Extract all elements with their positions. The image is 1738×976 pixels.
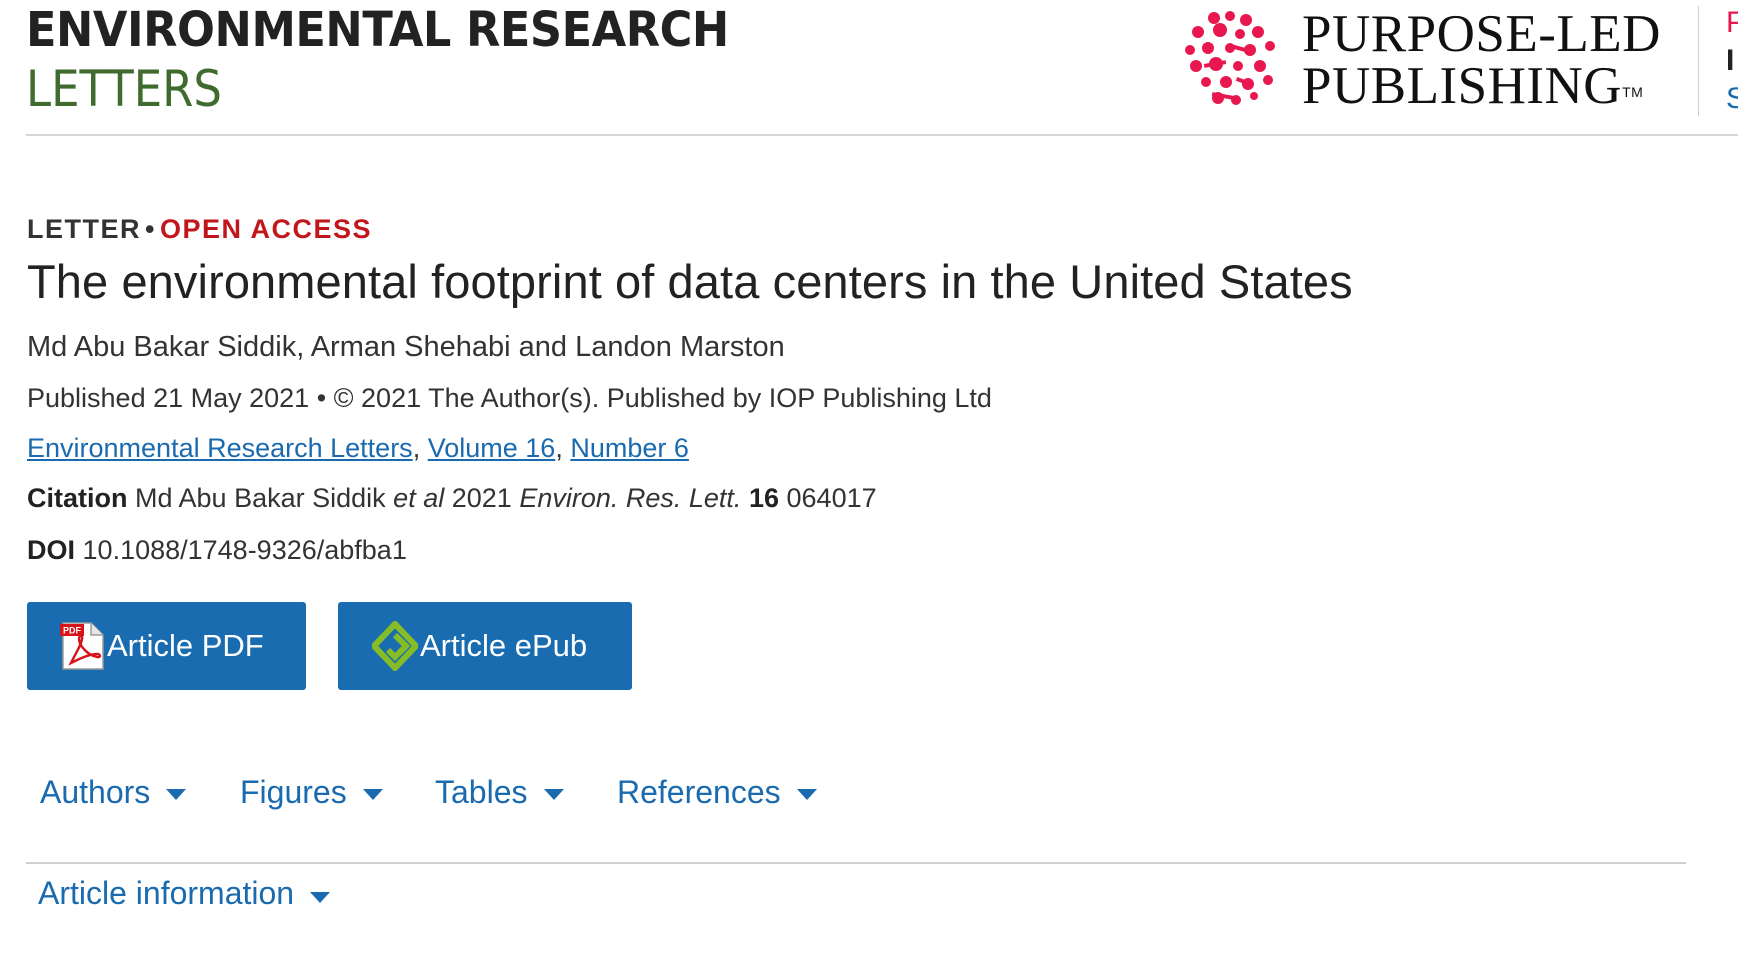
caret-down-icon <box>796 789 817 800</box>
caret-down-icon <box>362 789 383 800</box>
cut-off-letter: P <box>1726 6 1738 39</box>
pdf-icon: PDF <box>60 622 104 670</box>
citation-journal: Environ. Res. Lett. <box>519 483 742 513</box>
publisher-name[interactable]: PURPOSE-LED PUBLISHINGTM <box>1302 5 1661 115</box>
citation-label: Citation <box>27 483 128 513</box>
citation-article-number: 064017 <box>786 483 877 513</box>
citation-year: 2021 <box>451 483 512 513</box>
article-epub-label: Article ePub <box>420 628 588 663</box>
breadcrumb: Environmental Research Letters, Volume 1… <box>27 433 689 464</box>
publisher-name-line1: PURPOSE-LED <box>1302 5 1661 63</box>
cut-off-letter: I <box>1726 44 1735 77</box>
article-information-toggle[interactable]: Article information <box>38 875 331 912</box>
tab-authors-label: Authors <box>40 774 151 810</box>
caret-down-icon <box>543 789 564 800</box>
article-pdf-button[interactable]: PDF Article PDF <box>27 602 306 690</box>
doi: DOI 10.1088/1748-9326/abfba1 <box>27 535 407 566</box>
trademark-symbol: TM <box>1622 84 1644 100</box>
tab-references[interactable]: References <box>617 774 817 811</box>
journal-name[interactable]: ENVIRONMENTAL RESEARCH <box>26 6 729 54</box>
open-access-label: OPEN ACCESS <box>159 214 372 244</box>
citation: Citation Md Abu Bakar Siddik et al 2021 … <box>27 483 877 514</box>
doi-label: DOI <box>27 535 76 565</box>
article-type: LETTER • OPEN ACCESS <box>27 214 372 245</box>
header-divider <box>1698 6 1699 116</box>
tab-references-label: References <box>617 774 781 810</box>
journal-link[interactable]: Environmental Research Letters <box>27 433 413 463</box>
article-pdf-label: Article PDF <box>107 628 264 663</box>
pdf-icon-text: PDF <box>63 626 82 636</box>
article-information-label: Article information <box>38 875 295 911</box>
issue-link[interactable]: Number 6 <box>570 433 689 463</box>
citation-et-al: et al <box>393 483 445 513</box>
tab-figures-label: Figures <box>240 774 347 810</box>
separator-dot: • <box>145 214 156 244</box>
comma: , <box>555 433 563 463</box>
tab-tables[interactable]: Tables <box>435 774 564 811</box>
caret-down-icon <box>166 789 187 800</box>
tab-authors[interactable]: Authors <box>40 774 187 811</box>
site-header: ENVIRONMENTAL RESEARCH LETTERS PURPOSE-L… <box>0 0 1738 136</box>
article-title: The environmental footprint of data cent… <box>27 255 1353 308</box>
section-divider <box>26 862 1686 864</box>
header-divider-line <box>26 134 1738 136</box>
volume-link[interactable]: Volume 16 <box>428 433 556 463</box>
citation-volume: 16 <box>748 483 779 513</box>
cut-off-header-text: P I S <box>1726 4 1738 124</box>
publisher-name-line2-text: PUBLISHING <box>1302 57 1623 115</box>
caret-down-icon <box>310 892 331 903</box>
journal-name-letters[interactable]: LETTERS <box>26 64 222 114</box>
article-authors: Md Abu Bakar Siddik, Arman Shehabi and L… <box>27 331 785 363</box>
cut-off-letter: S <box>1726 82 1738 115</box>
publication-info: Published 21 May 2021 • © 2021 The Autho… <box>27 383 992 413</box>
epub-icon <box>372 621 418 671</box>
article-type-label: LETTER <box>27 214 141 244</box>
publisher-name-line2: PUBLISHINGTM <box>1302 57 1661 115</box>
article-epub-button[interactable]: Article ePub <box>338 602 632 690</box>
citation-authors: Md Abu Bakar Siddik <box>135 483 386 513</box>
purpose-led-publishing-logo-icon[interactable] <box>1184 10 1284 110</box>
comma: , <box>412 433 421 463</box>
doi-value[interactable]: 10.1088/1748-9326/abfba1 <box>83 535 407 565</box>
tab-figures[interactable]: Figures <box>240 774 383 811</box>
tab-tables-label: Tables <box>435 774 528 810</box>
